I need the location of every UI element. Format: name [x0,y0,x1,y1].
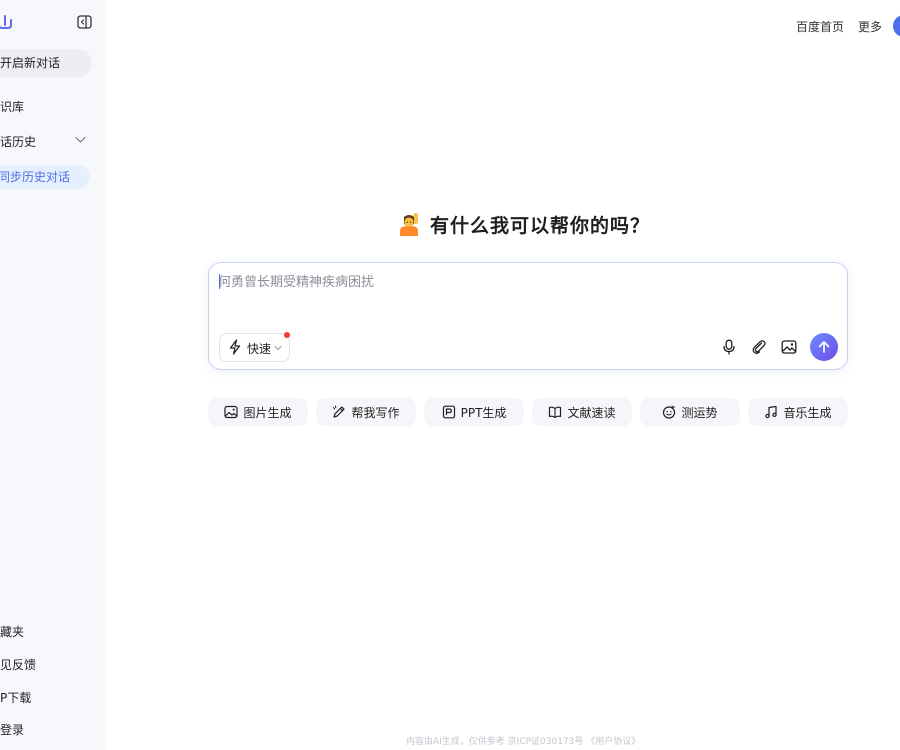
footer-disclaimer: 内容由AI生成，仅供参考 京ICP证030173号 《用户协议》 [406,734,640,747]
chevron-down-icon[interactable] [75,136,86,144]
microphone-icon[interactable] [721,339,737,355]
sidebar-item-favorites[interactable]: 藏夹 [0,623,24,640]
chevron-down-icon [274,346,282,350]
sidebar-item-login[interactable]: 登录 [0,721,24,738]
brand-logo-icon[interactable] [0,14,12,30]
chat-input-box: 快速 [208,262,848,370]
text-caret [219,274,220,289]
chip-literature-reading[interactable]: 文献速读 [532,398,632,426]
chip-label: 图片生成 [243,405,292,420]
chat-input[interactable] [218,271,818,293]
chip-label: PPT生成 [460,405,507,420]
new-chat-label: 开启新对话 [0,56,61,70]
footer-text: 内容由AI生成，仅供参考 京ICP证030173号 [406,737,587,747]
sidebar-item-feedback[interactable]: 见反馈 [0,656,36,673]
mode-label: 快速 [247,342,272,356]
chip-label: 帮我写作 [351,405,400,420]
greeting: 有什么我可以帮你的吗？ [398,210,650,238]
chip-ppt-generation[interactable]: PPT生成 [424,398,524,426]
chip-music-generation[interactable]: 音乐生成 [748,398,848,426]
avatar[interactable] [893,15,900,37]
greeting-text: 有什么我可以帮你的吗？ [430,214,651,237]
sidebar-item-knowledge-base[interactable]: 识库 [0,98,24,115]
app-window: 开启新对话 识库 话历史 同步历史对话 藏夹 见反馈 P下载 登录 百度首页 更… [0,0,900,750]
chip-image-generation[interactable]: 图片生成 [208,398,308,426]
chip-fortune[interactable]: 测运势 [640,398,740,426]
ppt-icon [442,405,455,419]
book-icon [549,406,562,419]
sync-history-label: 同步历史对话 [0,170,71,184]
sidebar: 开启新对话 识库 话历史 同步历史对话 藏夹 见反馈 P下载 登录 [0,0,106,750]
lightning-icon [229,339,241,355]
collapse-sidebar-icon[interactable] [77,15,92,29]
chip-label: 文献速读 [567,405,616,420]
chip-writing[interactable]: 帮我写作 [316,398,416,426]
pen-icon [333,405,346,418]
attachment-icon[interactable] [751,339,767,355]
chip-label: 音乐生成 [783,405,832,420]
arrow-up-icon [818,341,830,353]
sidebar-item-download[interactable]: P下载 [0,689,31,706]
music-icon [765,405,778,419]
chip-label: 测运势 [681,405,718,420]
image-upload-icon[interactable] [781,339,797,355]
sync-history-button[interactable]: 同步历史对话 [0,165,90,189]
send-button[interactable] [810,333,838,361]
baidu-home-link[interactable]: 百度首页 [796,18,844,35]
raising-hand-emoji-icon [400,213,418,236]
sidebar-item-history[interactable]: 话历史 [0,133,36,150]
image-gen-icon [224,405,239,419]
user-agreement-link[interactable]: 《用户协议》 [586,737,640,747]
fortune-icon [663,405,676,419]
new-chat-button[interactable]: 开启新对话 [0,49,92,77]
mode-select-button[interactable]: 快速 [219,333,290,362]
more-link[interactable]: 更多 [858,18,882,35]
notification-dot [284,332,290,338]
